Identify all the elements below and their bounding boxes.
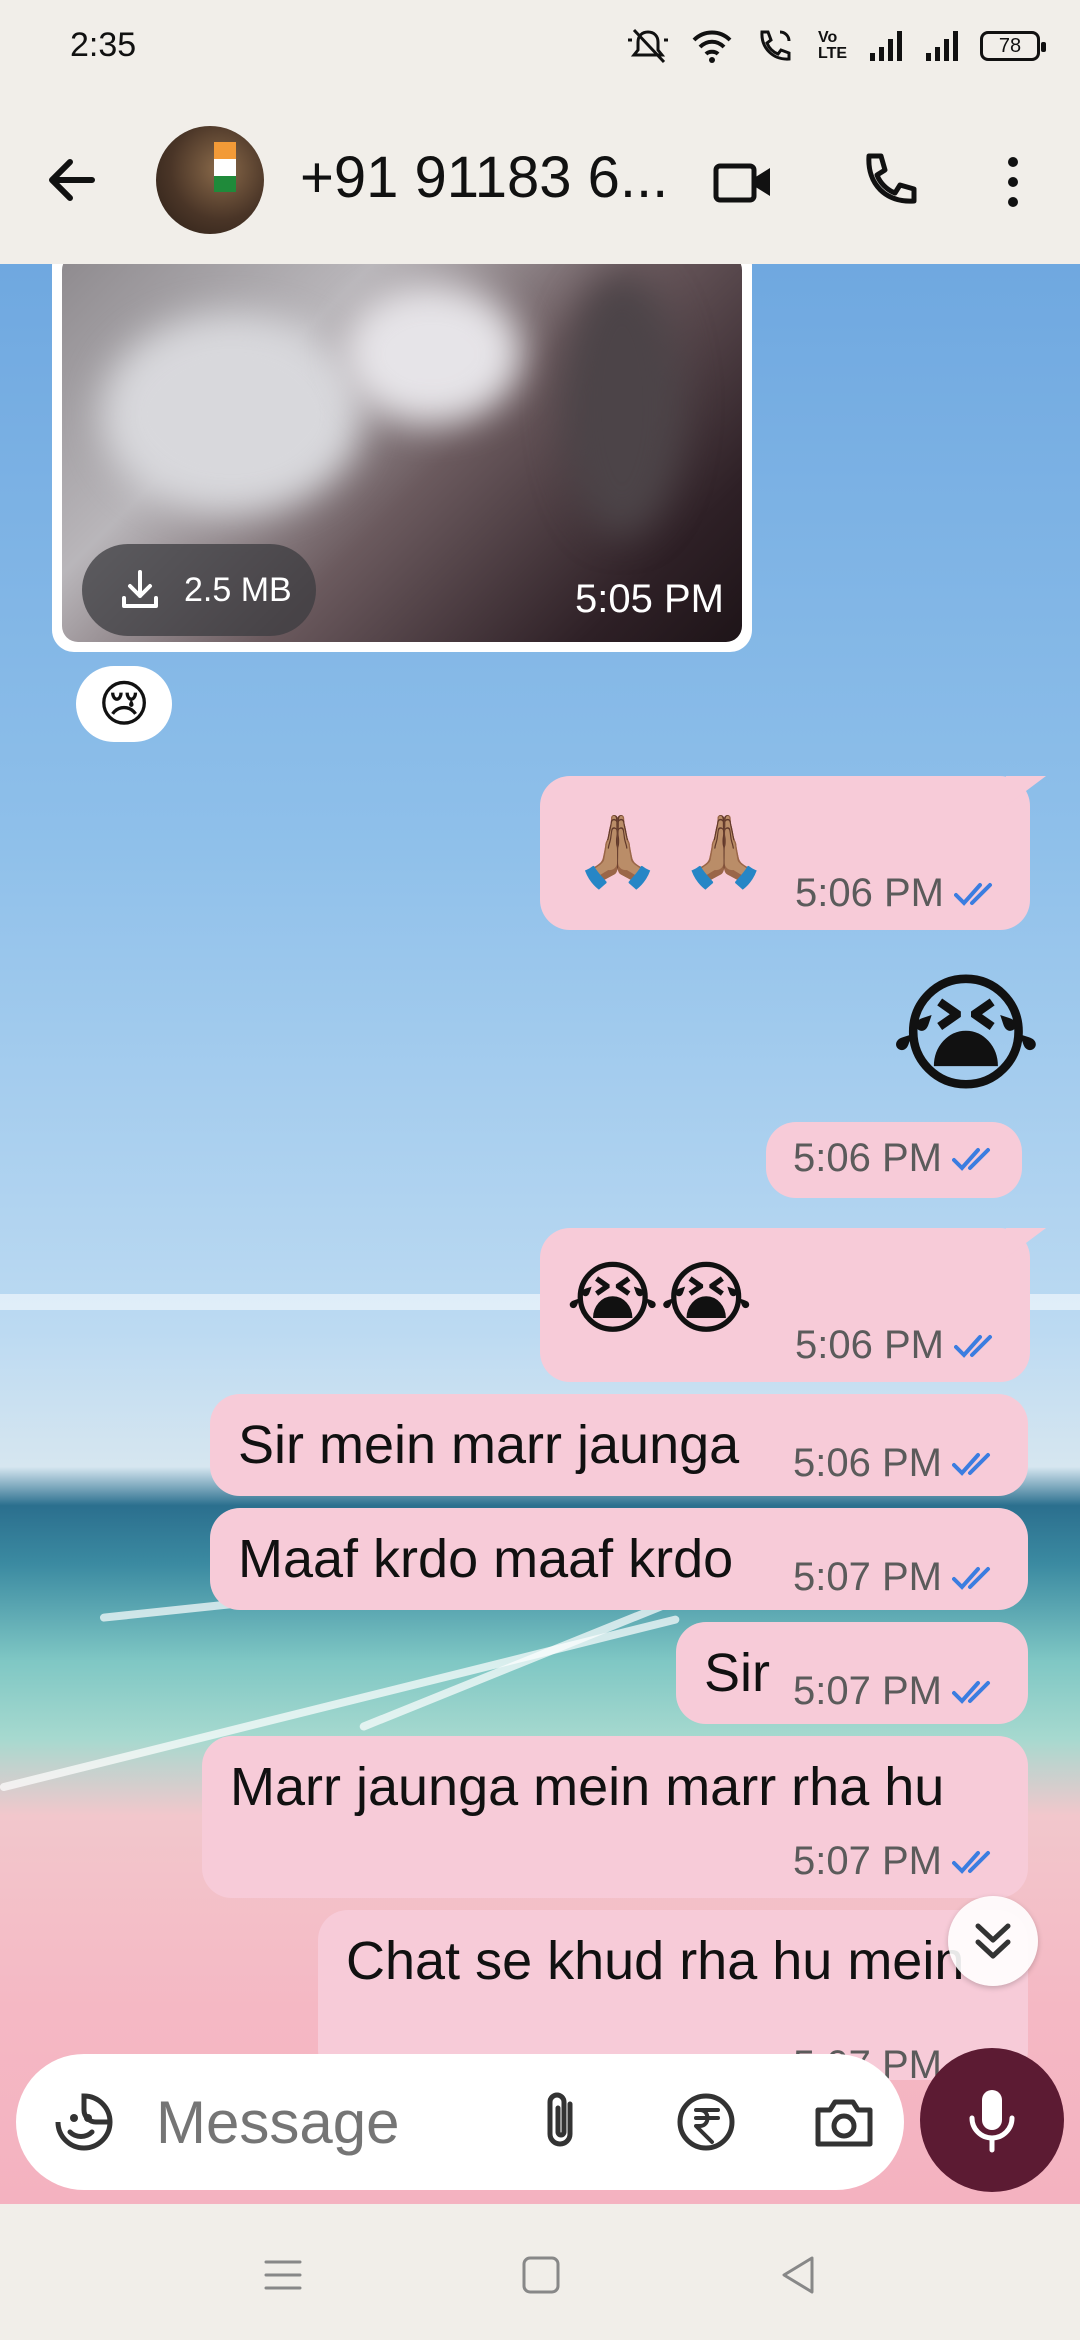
sent-message[interactable]: 🙏🏽 🙏🏽 5:06 PM [540,776,1046,930]
file-size: 2.5 MB [184,570,292,609]
message-meta: 5:06 PM [793,1441,1002,1486]
india-flag-icon [214,142,236,192]
message-meta: 5:07 PM [793,1669,1002,1714]
voice-message-button[interactable] [920,2048,1064,2192]
message-text: Sir mein marr jaunga [238,1415,740,1475]
message-time: 5:07 PM [793,1839,942,1883]
signal-icon-1 [870,31,902,61]
recents-icon[interactable] [258,2250,308,2300]
message-text: Marr jaunga mein marr rha hu [230,1757,945,1817]
blurred-image-preview[interactable]: 2.5 MB 5:05 PM [62,264,742,642]
sent-message-time-chip: 5:06 PM [766,1122,1022,1198]
download-icon [122,570,158,608]
message-composer [16,2054,904,2190]
avatar[interactable] [156,126,264,234]
sent-message[interactable]: Maaf krdo maaf krdo 5:07 PM [210,1508,1028,1610]
sent-message[interactable]: Marr jaunga mein marr rha hu 5:07 PM [202,1736,1028,1898]
read-ticks-icon [952,1566,990,1590]
message-text: Chat se khud rha hu mein [346,1931,965,1991]
sent-message[interactable]: 😭😭 5:06 PM [540,1228,1046,1382]
status-icons: Vo LTE 78 [626,26,1046,66]
attachment-icon[interactable] [530,2088,598,2156]
message-time: 5:07 PM [793,1555,942,1599]
bubble-tail [1006,1228,1046,1258]
large-emoji-message[interactable]: 😭 [890,964,1042,1104]
sent-message[interactable]: Sir mein marr jaunga 5:06 PM [210,1394,1028,1496]
message-meta: 5:07 PM [793,1839,1002,1884]
read-ticks-icon [952,1147,990,1171]
read-ticks-icon [952,1452,990,1476]
message-input[interactable] [156,2088,486,2156]
message-emoji: 🙏🏽 🙏🏽 [574,812,768,890]
signal-icon-2 [926,31,958,61]
rupee-payment-icon[interactable] [672,2088,740,2156]
volte-icon: Vo LTE [818,29,848,62]
contact-title[interactable]: +91 91183 6... [300,144,680,211]
system-navigation-bar [0,2206,1080,2340]
message-time: 5:06 PM [795,1323,944,1367]
camera-icon[interactable] [810,2088,878,2156]
message-meta: 5:06 PM [793,1136,1002,1181]
message-emoji: 😭😭 [566,1254,753,1343]
sent-message[interactable]: Sir 5:07 PM [676,1622,1028,1724]
double-chevron-down-icon [975,1923,1011,1959]
voice-call-icon[interactable] [855,148,923,216]
wifi-icon [692,30,732,63]
chat-header: +91 91183 6... [0,96,1080,264]
download-button[interactable]: 2.5 MB [82,544,316,636]
wifi-call-icon [760,30,791,61]
scroll-to-bottom-button[interactable] [948,1896,1038,1986]
message-text: Sir [704,1643,770,1703]
status-bar: 2:35 Vo LTE 78 [0,0,1080,96]
home-icon[interactable] [516,2250,566,2300]
message-text: Maaf krdo maaf krdo [238,1529,734,1589]
message-meta: 5:07 PM [793,1555,1002,1600]
read-ticks-icon [954,1334,992,1358]
mute-icon [628,28,668,64]
more-options-icon[interactable] [985,148,1053,216]
read-ticks-icon [952,1680,990,1704]
chat-area[interactable]: 2.5 MB 5:05 PM 😢 🙏🏽 🙏🏽 5:06 PM 😭 5:06 PM… [0,264,1080,2204]
reaction-emoji[interactable]: 😢 [76,666,172,742]
message-time: 5:06 PM [795,871,944,915]
status-time: 2:35 [70,26,137,64]
read-ticks-icon [952,1850,990,1874]
battery-icon: 78 [980,31,1046,61]
message-meta: 5:06 PM [795,871,1004,916]
message-time: 5:06 PM [793,1441,942,1485]
video-call-icon[interactable] [710,148,778,216]
sticker-icon[interactable] [50,2088,118,2156]
message-time: 5:07 PM [793,1669,942,1713]
read-ticks-icon [954,882,992,906]
microphone-icon [969,2090,1015,2153]
message-meta: 5:06 PM [795,1323,1004,1368]
back-nav-icon[interactable] [774,2250,824,2300]
back-arrow-icon[interactable] [40,148,104,212]
message-time: 5:05 PM [575,577,724,621]
battery-level: 78 [998,35,1022,57]
message-time: 5:06 PM [793,1136,942,1180]
bubble-tail [1006,776,1046,806]
received-image-message[interactable]: 2.5 MB 5:05 PM [52,264,752,652]
